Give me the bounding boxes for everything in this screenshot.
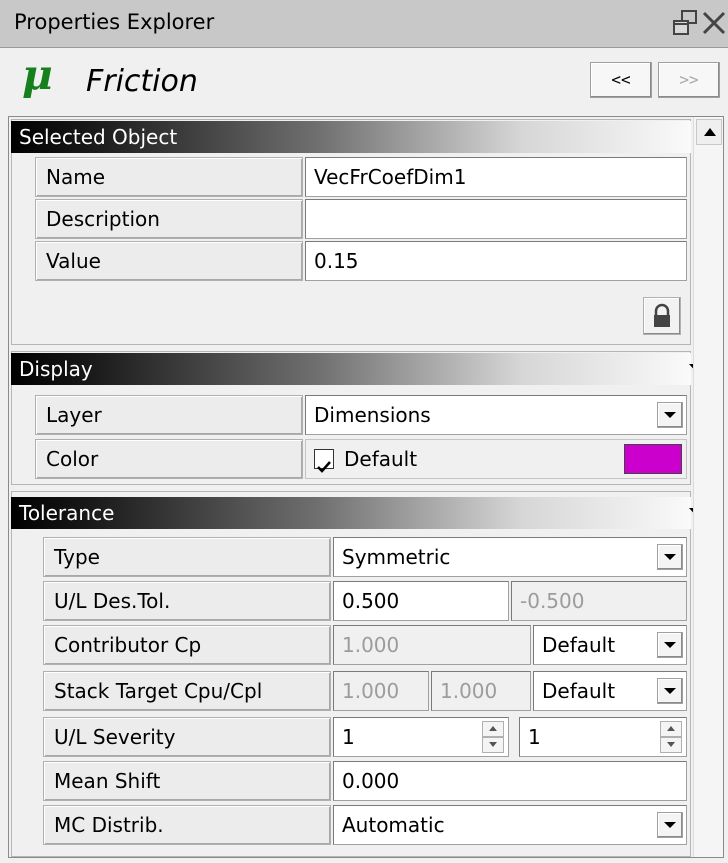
upper-severity-field[interactable]: 1 [333,717,509,757]
dropdown-arrow-icon[interactable] [657,678,683,704]
checkmark-icon [317,461,331,473]
stack-target-label: Stack Target Cpu/Cpl [43,671,331,711]
dropdown-arrow-icon[interactable] [657,544,683,570]
description-field[interactable] [305,199,687,239]
upper-severity-spinner[interactable] [482,721,504,753]
name-label: Name [35,157,303,197]
upper-tolerance-field[interactable]: 0.500 [333,581,509,621]
lower-severity-spinner[interactable] [660,721,682,753]
stack-target-cpl-field: 1.000 [431,671,531,711]
type-select[interactable]: Symmetric [333,537,687,577]
contributor-cp-label: Contributor Cp [43,625,331,665]
display-heading: Display [19,357,93,381]
object-name: Friction [86,64,198,99]
mean-shift-label: Mean Shift [43,761,331,801]
stack-target-mode-value: Default [542,679,616,703]
selected-object-heading: Selected Object [19,125,178,149]
description-label: Description [35,199,303,239]
object-header: μ Friction << >> [0,48,728,116]
default-color-checkbox[interactable] [314,449,334,473]
properties-content: Selected Object Name VecFrCoefDim1 Descr… [9,117,711,857]
tolerance-header[interactable]: Tolerance [11,497,711,529]
layer-value: Dimensions [314,403,431,427]
dropdown-arrow-icon[interactable] [657,402,683,428]
display-header[interactable]: Display [11,353,711,385]
type-value: Symmetric [342,545,451,569]
mu-icon: μ [22,50,53,99]
restore-icon[interactable] [670,8,700,38]
previous-button[interactable]: << [590,62,652,98]
layer-select[interactable]: Dimensions [305,395,687,435]
title-bar: Properties Explorer [0,0,728,48]
value-field[interactable]: 0.15 [305,241,687,281]
value-label: Value [35,241,303,281]
next-button[interactable]: >> [658,62,720,98]
spin-down-icon[interactable] [482,737,504,753]
vertical-scrollbar[interactable] [693,117,723,857]
mean-shift-field[interactable]: 0.000 [333,761,687,801]
lower-severity-field[interactable]: 1 [519,717,687,757]
dropdown-arrow-icon[interactable] [657,632,683,658]
stack-target-cpu-field: 1.000 [333,671,429,711]
contributor-cp-mode-value: Default [542,633,616,657]
layer-label: Layer [35,395,303,435]
lower-tolerance-field: -0.500 [511,581,687,621]
color-swatch[interactable] [624,444,682,474]
contributor-cp-mode-select[interactable]: Default [533,625,687,665]
spin-up-icon[interactable] [660,721,682,737]
close-icon[interactable] [700,8,728,38]
tolerance-heading: Tolerance [19,501,115,525]
dropdown-arrow-icon[interactable] [657,812,683,838]
color-row: Default [305,439,687,479]
color-label: Color [35,439,303,479]
ul-severity-label: U/L Severity [43,717,331,757]
scroll-up-icon[interactable] [696,119,722,145]
lock-button[interactable] [643,297,681,335]
spin-down-icon[interactable] [660,737,682,753]
mc-distrib-value: Automatic [342,813,445,837]
mc-distrib-select[interactable]: Automatic [333,805,687,845]
lock-icon [644,303,680,339]
properties-panel: Selected Object Name VecFrCoefDim1 Descr… [8,116,724,858]
name-field[interactable]: VecFrCoefDim1 [305,157,687,197]
selected-object-header: Selected Object [11,121,691,153]
lower-severity-value: 1 [528,725,541,749]
window-title: Properties Explorer [14,10,215,34]
mc-distrib-label: MC Distrib. [43,805,331,845]
upper-severity-value: 1 [342,725,355,749]
type-label: Type [43,537,331,577]
spin-up-icon[interactable] [482,721,504,737]
default-color-label: Default [344,447,418,471]
contributor-cp-field: 1.000 [333,625,531,665]
stack-target-mode-select[interactable]: Default [533,671,687,711]
ul-des-tol-label: U/L Des.Tol. [43,581,331,621]
